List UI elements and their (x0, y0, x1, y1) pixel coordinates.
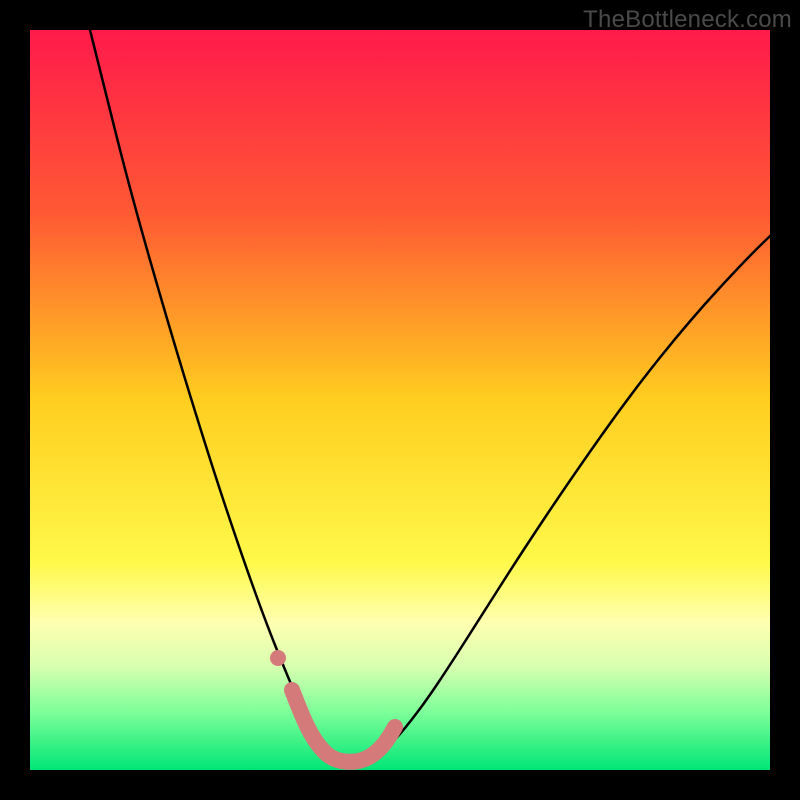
chart-svg (30, 30, 770, 770)
marker-dot-upper (270, 650, 286, 666)
bottleneck-curve (85, 30, 770, 765)
chart-frame (30, 30, 770, 770)
sweet-spot-marker (292, 690, 395, 762)
